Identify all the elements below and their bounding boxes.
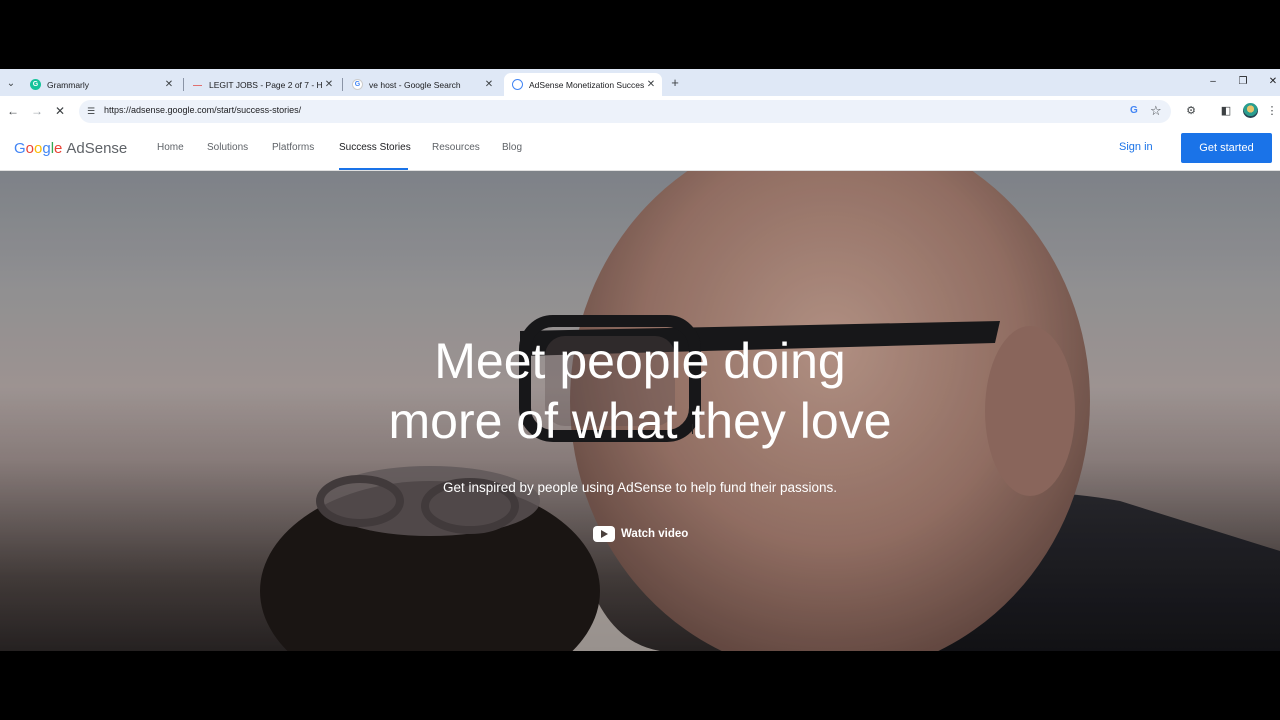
tab-search-icon[interactable]: ⌄ xyxy=(2,74,20,92)
active-nav-indicator xyxy=(339,168,408,170)
google-lens-icon[interactable]: G xyxy=(1130,105,1138,116)
letterbox-top xyxy=(0,0,1280,69)
nav-platforms[interactable]: Platforms xyxy=(272,142,314,153)
new-tab-plus-icon[interactable]: + xyxy=(667,75,683,91)
close-icon[interactable]: ✕ xyxy=(322,79,336,90)
hero-title: Meet people doing more of what they love xyxy=(0,331,1280,451)
menu-kebab-icon[interactable]: ⋮ xyxy=(1266,103,1278,119)
tab-title: LEGIT JOBS - Page 2 of 7 - Hor xyxy=(209,79,322,90)
extensions-icon[interactable]: ⚙ xyxy=(1183,103,1199,119)
profile-avatar[interactable] xyxy=(1243,103,1258,118)
site-header: Google AdSense Home Solutions Platforms S… xyxy=(0,127,1280,171)
restore-icon[interactable]: ❐ xyxy=(1228,73,1258,91)
nav-success-stories[interactable]: Success Stories xyxy=(339,142,411,153)
window-close-icon[interactable]: ✕ xyxy=(1258,73,1280,91)
tab-title: AdSense Monetization Success xyxy=(529,79,644,90)
url-text: https://adsense.google.com/start/success… xyxy=(104,105,302,115)
watch-video-button[interactable]: Watch video xyxy=(593,526,688,542)
close-icon[interactable]: ✕ xyxy=(162,79,176,90)
tab-title: Grammarly xyxy=(47,79,90,90)
letterbox-bottom xyxy=(0,651,1280,720)
stop-loading-icon[interactable]: ✕ xyxy=(52,103,68,119)
text-cursor-icon xyxy=(692,424,695,434)
youtube-play-icon xyxy=(593,526,615,542)
hero-section: Meet people doing more of what they love… xyxy=(0,171,1280,651)
nav-resources[interactable]: Resources xyxy=(432,142,480,153)
hero-title-line2: more of what they love xyxy=(388,393,892,449)
bookmark-star-icon[interactable]: ☆ xyxy=(1150,103,1162,119)
tab-adsense[interactable]: AdSense Monetization Success ✕ xyxy=(504,73,662,96)
hero-subtitle: Get inspired by people using AdSense to … xyxy=(442,480,837,495)
nav-solutions[interactable]: Solutions xyxy=(207,142,248,153)
address-bar[interactable]: ☰ https://adsense.google.com/start/succe… xyxy=(79,100,1171,123)
nav-home[interactable]: Home xyxy=(157,142,184,153)
tab-grammarly[interactable]: G Grammarly ✕ xyxy=(22,73,180,96)
side-panel-icon[interactable]: ◧ xyxy=(1218,103,1234,119)
adsense-icon xyxy=(512,79,523,90)
tab-google-search[interactable]: G ve host - Google Search ✕ xyxy=(344,73,500,96)
nav-blog[interactable]: Blog xyxy=(502,142,522,153)
grammarly-icon: G xyxy=(30,79,41,90)
tab-strip: ⌄ G Grammarly ✕ — LEGIT JOBS - Page 2 of… xyxy=(0,69,1280,96)
forward-arrow-icon[interactable]: → xyxy=(29,103,45,119)
tab-title: ve host - Google Search xyxy=(369,79,461,90)
logo-product: AdSense xyxy=(66,140,128,157)
site-info-icon[interactable]: ☰ xyxy=(85,105,97,117)
tab-legit-jobs[interactable]: — LEGIT JOBS - Page 2 of 7 - Hor ✕ xyxy=(184,73,340,96)
close-icon[interactable]: ✕ xyxy=(644,79,658,90)
back-arrow-icon[interactable]: ← xyxy=(5,103,21,119)
google-adsense-logo[interactable]: Google AdSense xyxy=(14,140,127,157)
hero-title-line1: Meet people doing xyxy=(434,333,846,389)
browser-window: ⌄ G Grammarly ✕ — LEGIT JOBS - Page 2 of… xyxy=(0,69,1280,651)
sign-in-link[interactable]: Sign in xyxy=(1119,141,1153,153)
watch-video-label: Watch video xyxy=(621,528,689,540)
google-icon: G xyxy=(352,79,363,90)
minimize-icon[interactable]: – xyxy=(1198,73,1228,91)
get-started-button[interactable]: Get started xyxy=(1181,133,1272,163)
close-icon[interactable]: ✕ xyxy=(482,79,496,90)
browser-toolbar: ← → ✕ ☰ https://adsense.google.com/start… xyxy=(0,96,1280,127)
site-icon: — xyxy=(193,79,202,90)
tab-separator xyxy=(342,78,343,91)
